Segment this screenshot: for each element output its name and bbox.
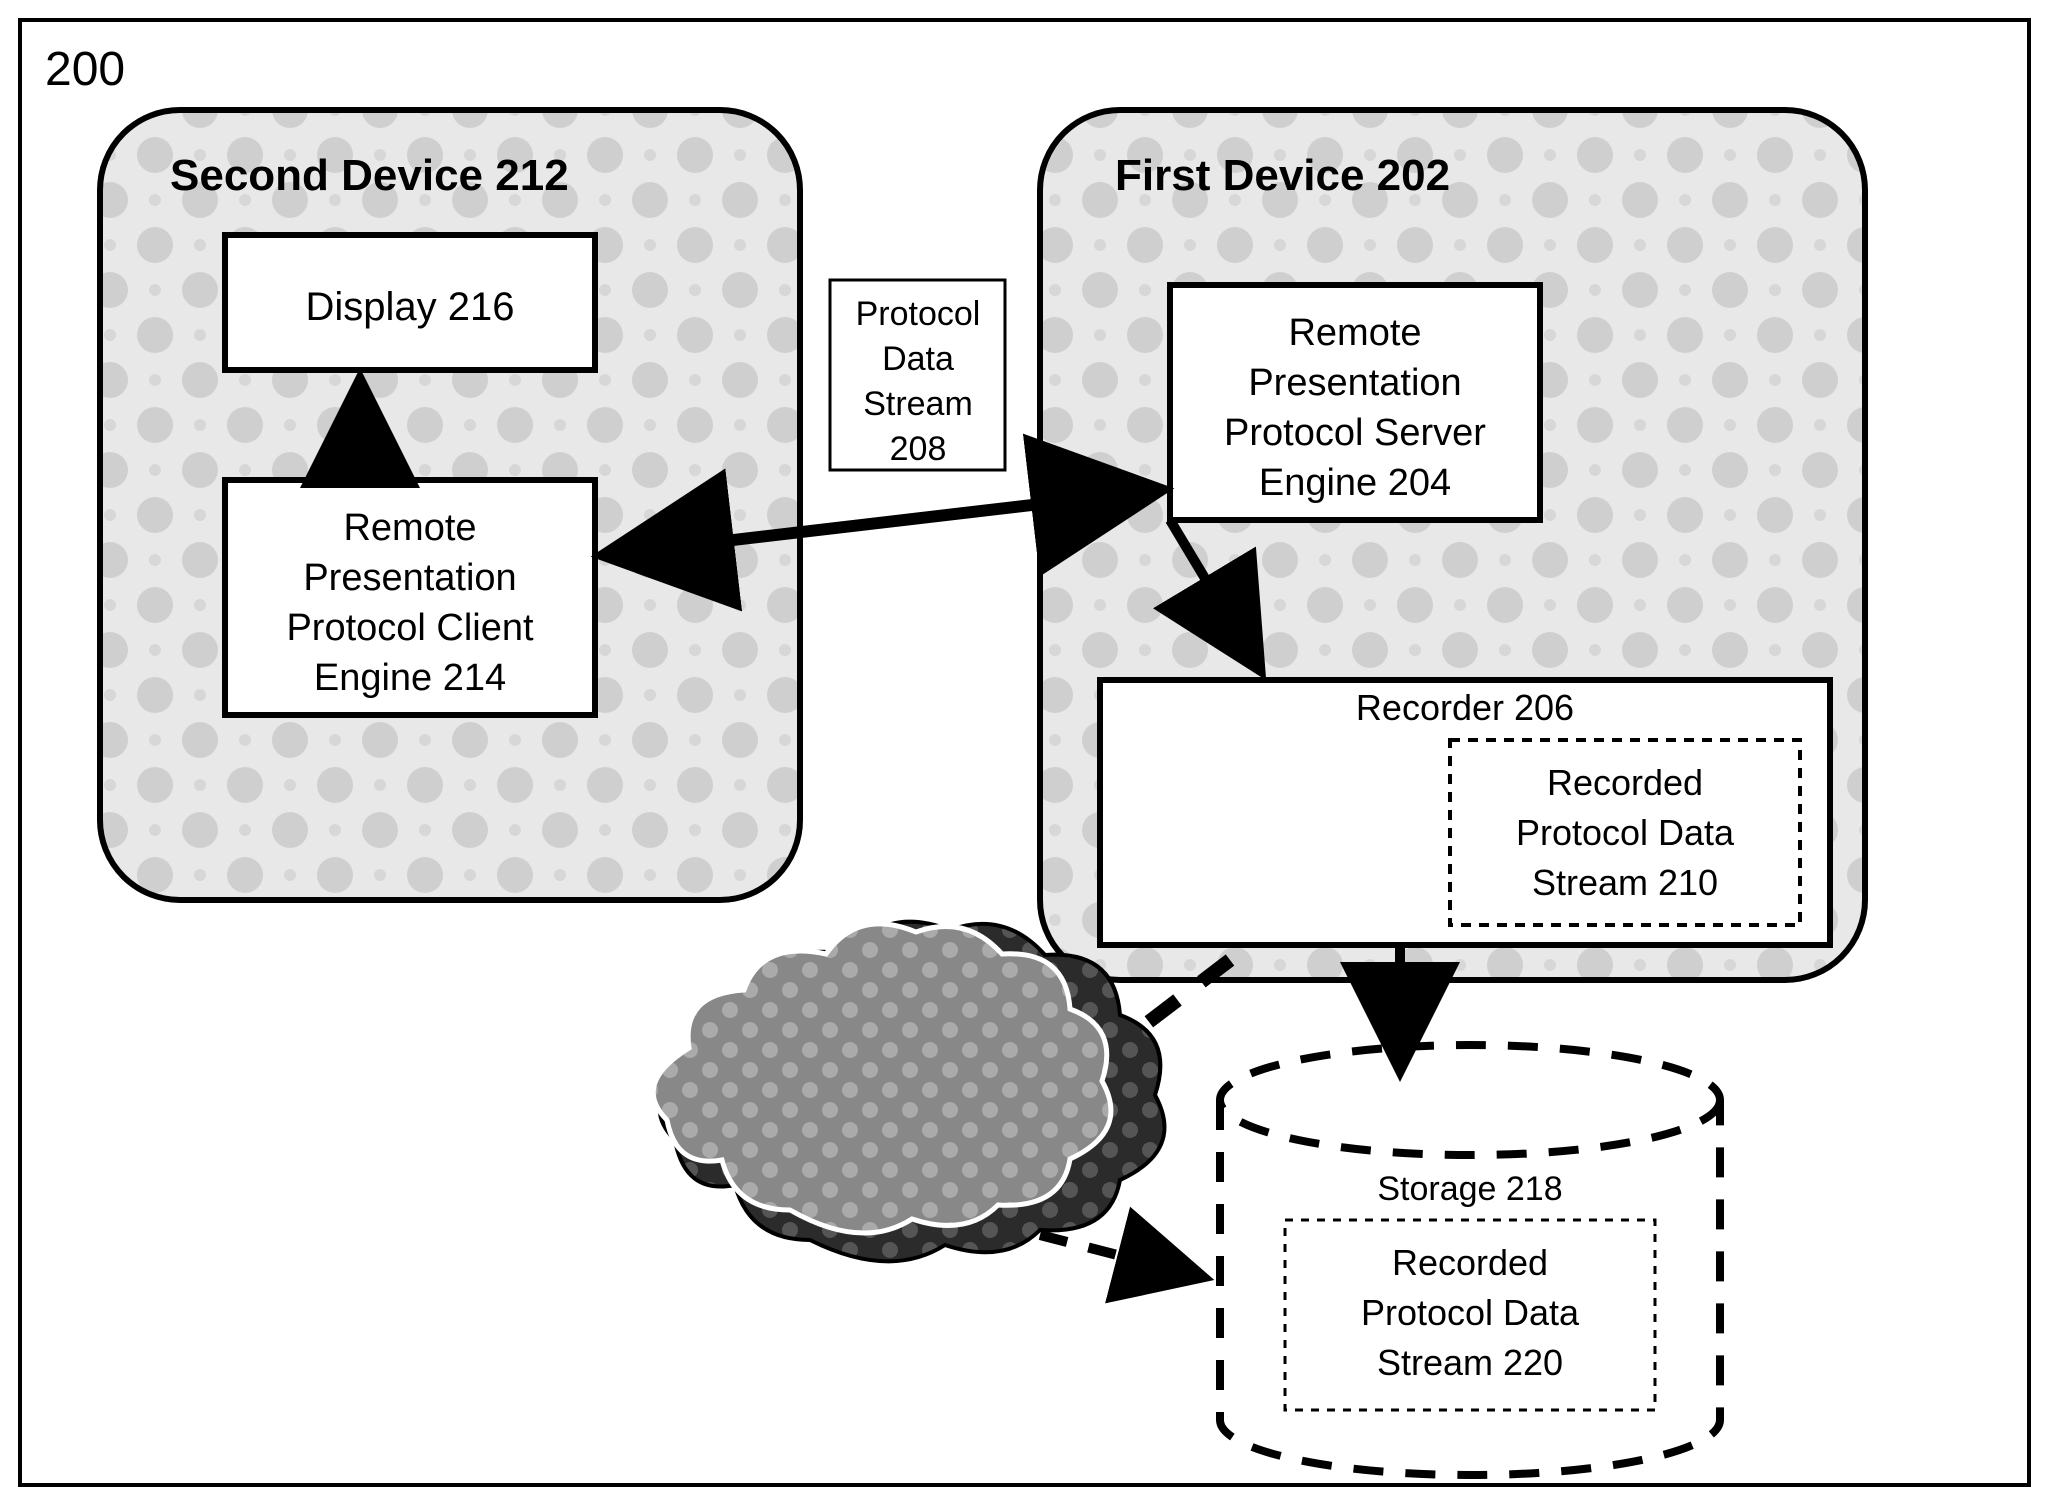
figure-number: 200 (45, 43, 125, 96)
recorder-box: Recorder 206 Recorded Protocol Data Stre… (1100, 680, 1830, 945)
first-device: First Device 202 Remote Presentation Pro… (1040, 110, 1865, 980)
server-engine-box: Remote Presentation Protocol Server Engi… (1170, 285, 1540, 520)
protocol-stream-l4: 208 (890, 430, 947, 468)
protocol-stream-l3: Stream (863, 385, 973, 423)
server-engine-l2: Presentation (1248, 362, 1461, 404)
protocol-stream-l2: Data (882, 340, 954, 378)
display-label: Display 216 (305, 285, 514, 329)
client-engine-l4: Engine 214 (314, 657, 506, 699)
protocol-stream-l1: Protocol (856, 295, 981, 333)
recorded-220-l2: Protocol Data (1361, 1292, 1580, 1333)
recorder-title: Recorder 206 (1356, 687, 1574, 728)
server-engine-l1: Remote (1288, 312, 1421, 354)
recorded-210-l3: Stream 210 (1532, 862, 1718, 903)
client-engine-l1: Remote (343, 507, 476, 549)
client-engine-l2: Presentation (303, 557, 516, 599)
client-engine-box: Remote Presentation Protocol Client Engi… (225, 480, 595, 715)
recorded-stream-210-box: Recorded Protocol Data Stream 210 (1450, 740, 1800, 925)
first-device-title: First Device 202 (1115, 151, 1450, 200)
second-device: Second Device 212 Display 216 Remote Pre… (100, 110, 800, 900)
recorded-220-l3: Stream 220 (1377, 1342, 1563, 1383)
server-engine-l4: Engine 204 (1259, 462, 1451, 504)
recorded-210-l2: Protocol Data (1516, 812, 1735, 853)
recorded-220-l1: Recorded (1392, 1242, 1548, 1283)
server-engine-l3: Protocol Server (1224, 412, 1486, 454)
client-engine-l3: Protocol Client (286, 607, 534, 649)
protocol-stream-box: Protocol Data Stream 208 (830, 280, 1005, 470)
recorded-210-l1: Recorded (1547, 762, 1703, 803)
display-box: Display 216 (225, 235, 595, 370)
storage-title: Storage 218 (1377, 1170, 1562, 1208)
second-device-title: Second Device 212 (170, 151, 569, 200)
